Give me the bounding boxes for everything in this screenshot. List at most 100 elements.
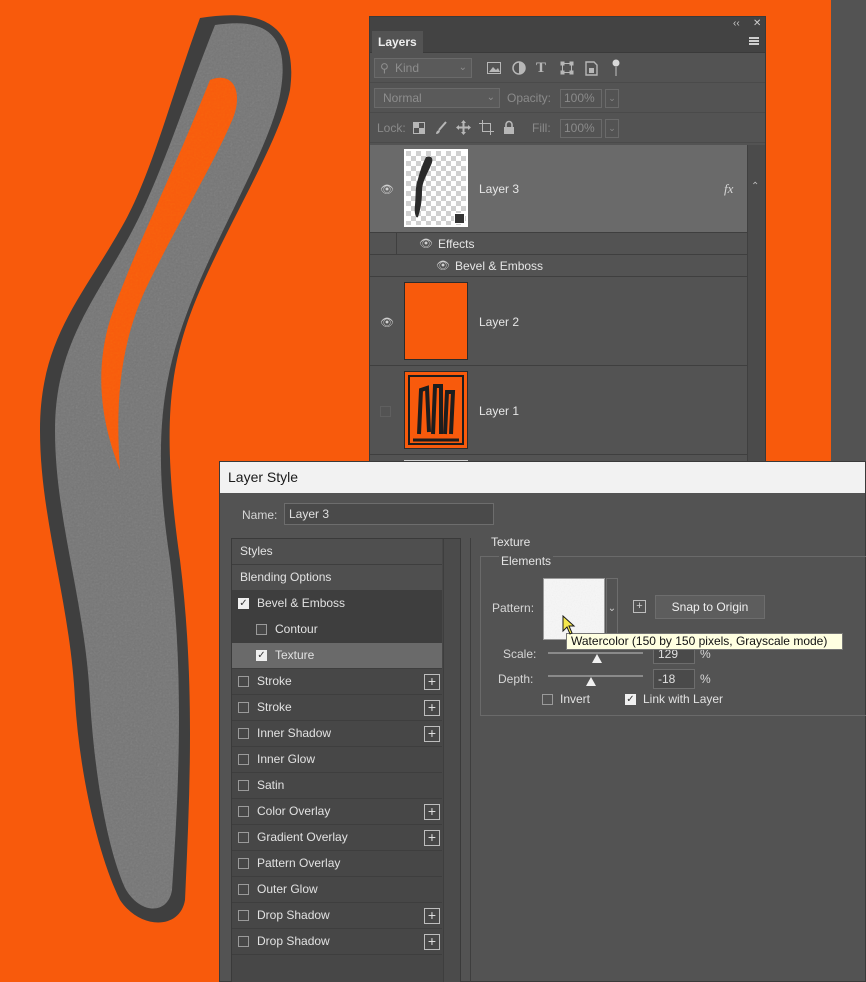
layers-panel: ‹‹ ✕ Layers ⚲ Kind ⌄ T Normal ⌄ Opacity:… (369, 16, 766, 464)
kind-filter-dropdown[interactable]: ⚲ Kind ⌄ (374, 58, 472, 78)
add-style-plus-icon[interactable]: + (424, 726, 440, 742)
style-item-styles[interactable]: Styles (232, 539, 442, 565)
layer-row-layer-1[interactable]: Layer 1 (370, 366, 748, 455)
depth-input[interactable]: -18 (653, 669, 695, 689)
blend-row: Normal ⌄ Opacity: 100% ⌄ (370, 83, 765, 113)
visibility-eye-icon[interactable]: 👁 (436, 259, 450, 272)
add-style-plus-icon[interactable]: + (424, 908, 440, 924)
style-item-blending-options[interactable]: Blending Options (232, 565, 442, 591)
style-item-label: Contour (275, 622, 318, 636)
link-with-layer-label: Link with Layer (643, 692, 724, 706)
style-item-label: Inner Shadow (257, 726, 332, 740)
depth-slider-thumb[interactable] (585, 677, 596, 686)
style-item-drop-shadow[interactable]: Drop Shadow + (232, 929, 442, 955)
fill-input[interactable]: 100% (560, 119, 602, 138)
style-item-label: Texture (275, 648, 315, 662)
style-checkbox[interactable] (238, 806, 249, 817)
invert-checkbox[interactable] (542, 694, 553, 705)
style-item-drop-shadow[interactable]: Drop Shadow + (232, 903, 442, 929)
close-panel-icon[interactable]: ✕ (753, 17, 761, 31)
fill-dropdown-icon[interactable]: ⌄ (605, 119, 619, 138)
style-item-contour[interactable]: Contour (232, 617, 442, 643)
effects-row[interactable]: 👁 Effects (370, 232, 748, 276)
name-field[interactable] (284, 503, 494, 525)
collapse-panel-icon[interactable]: ‹‹ (733, 17, 740, 31)
fill-label: Fill: (532, 121, 551, 135)
style-item-satin[interactable]: Satin (232, 773, 442, 799)
style-item-outer-glow[interactable]: Outer Glow (232, 877, 442, 903)
style-checkbox[interactable] (238, 780, 249, 791)
pattern-picker-chevron-icon[interactable]: ⌄ (606, 578, 618, 640)
blend-mode-dropdown[interactable]: Normal ⌄ (374, 88, 500, 108)
add-style-plus-icon[interactable]: + (424, 934, 440, 950)
effect-bevel-row[interactable]: 👁 Bevel & Emboss (370, 255, 748, 277)
visibility-toggle-off[interactable] (380, 406, 391, 417)
layer-row-layer-3[interactable]: 👁 Layer 3 fx (370, 145, 748, 233)
style-checkbox[interactable] (256, 624, 267, 635)
smart-object-filter-icon[interactable] (585, 61, 598, 76)
visibility-eye-icon[interactable]: 👁 (380, 183, 394, 196)
style-checkbox[interactable] (238, 858, 249, 869)
shape-layer-filter-icon[interactable] (560, 61, 574, 75)
style-item-inner-glow[interactable]: Inner Glow (232, 747, 442, 773)
filter-toggle-icon[interactable] (612, 59, 620, 77)
styles-list: Styles Blending Options ✓ Bevel & Emboss Con… (231, 538, 461, 982)
scroll-up-icon[interactable]: ⌃ (751, 181, 759, 192)
panel-tab-row: Layers (370, 31, 765, 53)
opacity-dropdown-icon[interactable]: ⌄ (605, 89, 619, 108)
style-checkbox[interactable] (238, 936, 249, 947)
style-item-bevel-emboss[interactable]: ✓ Bevel & Emboss (232, 591, 442, 617)
add-style-plus-icon[interactable]: + (424, 830, 440, 846)
style-checkbox[interactable] (238, 832, 249, 843)
style-item-stroke[interactable]: Stroke + (232, 695, 442, 721)
lock-all-icon[interactable] (503, 120, 515, 135)
style-item-label: Blending Options (240, 570, 332, 584)
layer-row-layer-2[interactable]: 👁 Layer 2 (370, 277, 748, 366)
layers-scrollbar[interactable]: ⌃ (747, 145, 765, 461)
snap-to-origin-button[interactable]: Snap to Origin (655, 595, 765, 619)
style-item-pattern-overlay[interactable]: Pattern Overlay (232, 851, 442, 877)
lock-artboard-icon[interactable] (479, 120, 494, 135)
lock-image-pixels-icon[interactable] (435, 121, 448, 135)
style-item-color-overlay[interactable]: Color Overlay + (232, 799, 442, 825)
style-item-label: Styles (240, 544, 273, 558)
layer-1-thumbnail-illustration (408, 375, 464, 445)
lock-row: Lock: Fill: 100% ⌄ (370, 113, 765, 143)
layer-name[interactable]: Layer 1 (479, 404, 519, 418)
scale-slider-thumb[interactable] (592, 654, 603, 663)
style-checkbox[interactable] (238, 702, 249, 713)
style-checkbox[interactable] (238, 754, 249, 765)
layer-thumbnail (404, 282, 468, 360)
pixel-layer-filter-icon[interactable] (487, 62, 501, 74)
opacity-input[interactable]: 100% (560, 89, 602, 108)
style-checkbox[interactable]: ✓ (238, 598, 249, 609)
style-item-stroke[interactable]: Stroke + (232, 669, 442, 695)
style-item-gradient-overlay[interactable]: Gradient Overlay + (232, 825, 442, 851)
adjustment-layer-filter-icon[interactable] (512, 61, 526, 75)
add-style-plus-icon[interactable]: + (424, 674, 440, 690)
panel-menu-icon[interactable] (749, 37, 759, 45)
visibility-eye-icon[interactable]: 👁 (419, 237, 433, 250)
style-checkbox[interactable] (238, 728, 249, 739)
style-checkbox[interactable] (238, 884, 249, 895)
style-item-inner-shadow[interactable]: Inner Shadow + (232, 721, 442, 747)
type-layer-filter-icon[interactable]: T (536, 53, 546, 83)
chevron-down-icon: ⌄ (458, 62, 467, 73)
lock-transparent-pixels-icon[interactable] (413, 122, 425, 134)
fx-icon[interactable]: fx (724, 181, 733, 197)
tab-layers[interactable]: Layers (372, 31, 423, 53)
style-checkbox[interactable]: ✓ (256, 650, 267, 661)
new-preset-icon[interactable]: + (633, 600, 646, 613)
style-item-label: Drop Shadow (257, 934, 330, 948)
visibility-eye-icon[interactable]: 👁 (380, 316, 394, 329)
add-style-plus-icon[interactable]: + (424, 700, 440, 716)
styles-list-scrollbar[interactable] (443, 539, 460, 982)
link-with-layer-checkbox[interactable]: ✓ (625, 694, 636, 705)
style-checkbox[interactable] (238, 910, 249, 921)
add-style-plus-icon[interactable]: + (424, 804, 440, 820)
layer-name[interactable]: Layer 3 (479, 182, 519, 196)
lock-position-icon[interactable] (456, 120, 471, 135)
style-item-texture[interactable]: ✓ Texture (232, 643, 442, 669)
style-checkbox[interactable] (238, 676, 249, 687)
layer-name[interactable]: Layer 2 (479, 315, 519, 329)
